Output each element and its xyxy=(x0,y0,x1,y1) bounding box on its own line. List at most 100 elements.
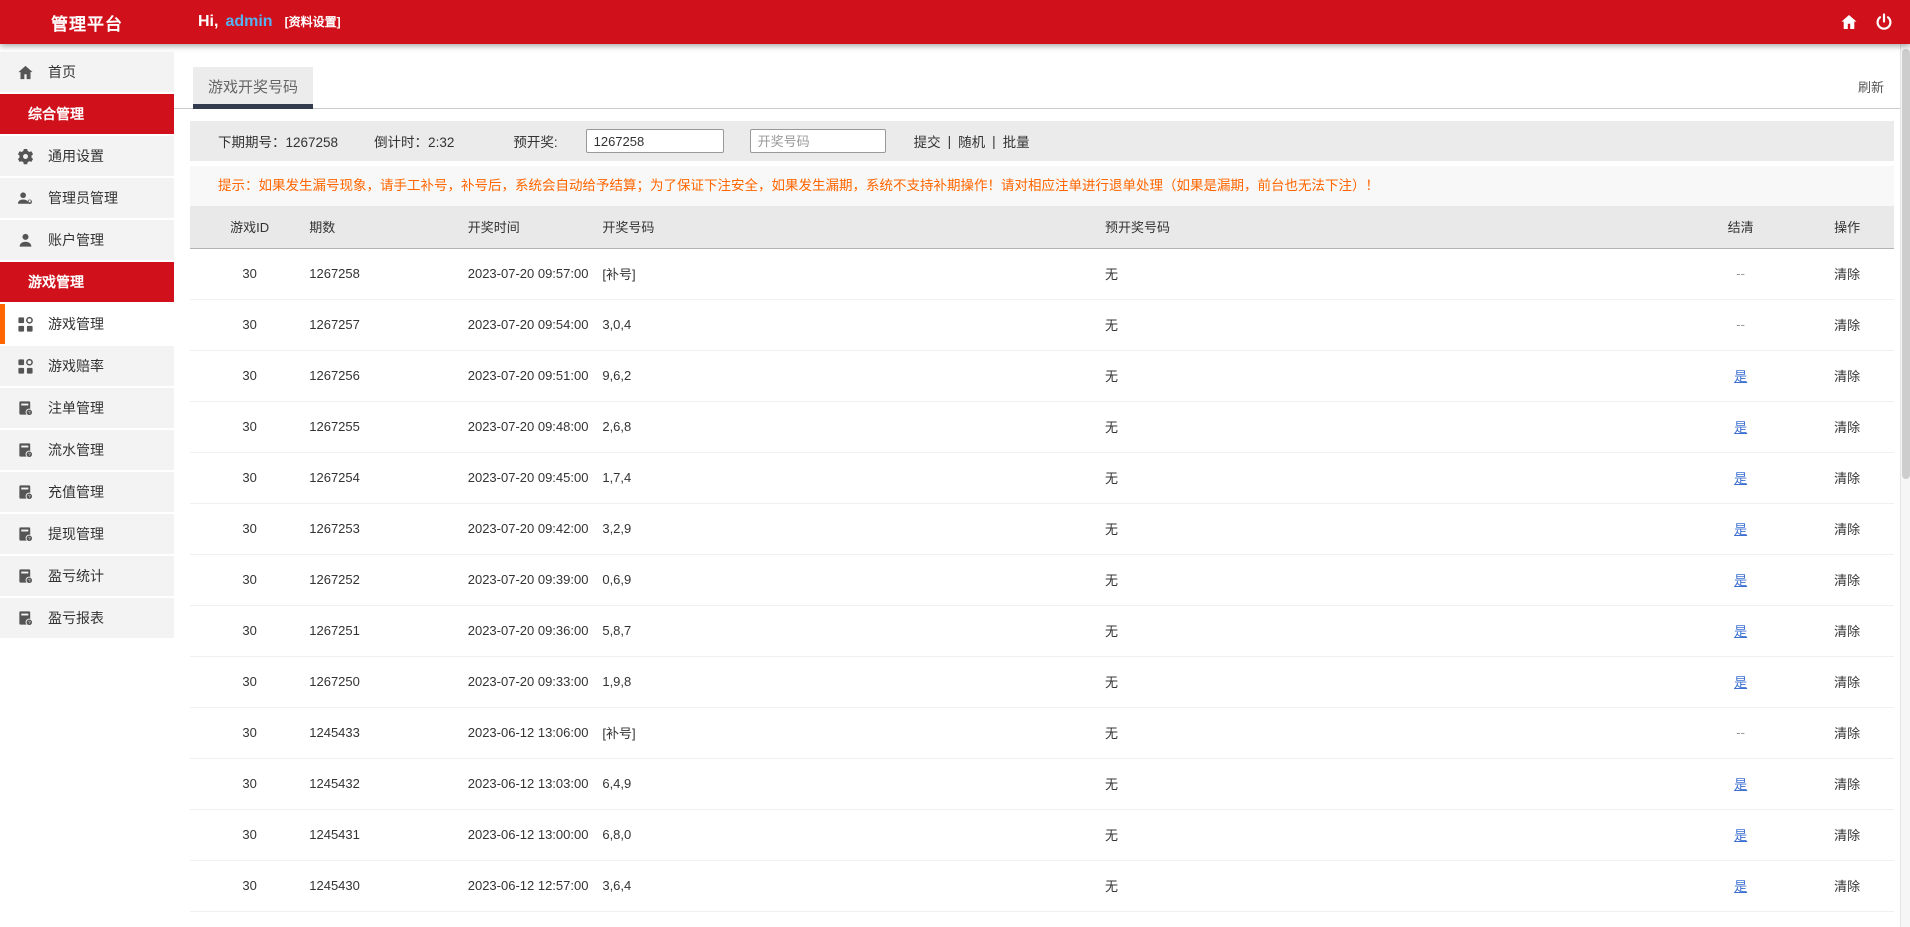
doc-icon: ? xyxy=(15,400,35,417)
cell-game-id: 30 xyxy=(242,623,257,638)
cell-game-id: 30 xyxy=(242,317,257,332)
clear-link[interactable]: 清除 xyxy=(1834,522,1860,537)
cell-draw-numbers: 9,6,2 xyxy=(602,368,632,383)
sidebar-item-recharge[interactable]: ? 充值管理 xyxy=(0,472,174,512)
profile-settings-link[interactable]: [资料设置] xyxy=(285,13,341,30)
sidebar-item-game-odds[interactable]: 游戏赔率 xyxy=(0,346,174,386)
settled-none: -- xyxy=(1736,266,1745,281)
cell-draw-numbers: [补号] xyxy=(602,267,636,282)
settled-link[interactable]: 是 xyxy=(1734,828,1747,843)
table-row: 30 1245432 2023-06-12 13:03:00 6,4,9 无 是… xyxy=(190,758,1894,809)
gear-icon xyxy=(15,148,35,165)
sidebar-item-account-management[interactable]: 账户管理 xyxy=(0,220,174,260)
clear-link[interactable]: 清除 xyxy=(1834,318,1860,333)
clear-link[interactable]: 清除 xyxy=(1834,471,1860,486)
sidebar-item-game-management[interactable]: 游戏管理 xyxy=(0,304,174,344)
cell-game-id: 30 xyxy=(242,368,257,383)
sidebar-item-label: 综合管理 xyxy=(28,106,84,122)
table-row: 30 1267258 2023-07-20 09:57:00 [补号] 无 --… xyxy=(190,248,1894,299)
power-icon[interactable] xyxy=(1874,12,1894,32)
col-header-3: 开奖时间 xyxy=(467,220,520,236)
clear-link[interactable]: 清除 xyxy=(1834,420,1860,435)
cell-action: 清除 xyxy=(1800,299,1894,350)
clear-link[interactable]: 清除 xyxy=(1834,828,1860,843)
settled-link[interactable]: 是 xyxy=(1734,369,1747,384)
sidebar-item-label: 盈亏统计 xyxy=(48,568,104,584)
sidebar-item-bet-orders[interactable]: ? 注单管理 xyxy=(0,388,174,428)
settled-link[interactable]: 是 xyxy=(1734,420,1747,435)
users-icon xyxy=(15,190,35,207)
sidebar-item-transactions[interactable]: ? 流水管理 xyxy=(0,430,174,470)
batch-link[interactable]: 批量 xyxy=(1003,131,1030,151)
settled-link[interactable]: 是 xyxy=(1734,777,1747,792)
settled-link[interactable]: 是 xyxy=(1734,879,1747,894)
grid-icon xyxy=(15,316,35,333)
svg-text:?: ? xyxy=(27,452,30,458)
clear-link[interactable]: 清除 xyxy=(1834,573,1860,588)
sidebar-item-general-settings[interactable]: 通用设置 xyxy=(0,136,174,176)
clear-link[interactable]: 清除 xyxy=(1834,369,1860,384)
cell-issue: 1245432 xyxy=(309,776,360,791)
cell-issue: 1267252 xyxy=(309,572,360,587)
sidebar-item-label: 游戏赔率 xyxy=(48,358,104,374)
sidebar-item-label: 注单管理 xyxy=(48,400,104,416)
home-icon xyxy=(15,64,35,81)
predraw-input[interactable] xyxy=(585,129,724,153)
countdown-label: 倒计时：2:32 xyxy=(374,135,455,150)
cell-settled: -- xyxy=(1681,707,1800,758)
home-icon[interactable] xyxy=(1839,12,1859,32)
settled-none: -- xyxy=(1736,725,1745,740)
username: admin xyxy=(225,13,273,30)
settled-link[interactable]: 是 xyxy=(1734,624,1747,639)
sidebar-item-label: 首页 xyxy=(48,64,76,80)
settled-link[interactable]: 是 xyxy=(1734,471,1747,486)
cell-draw-time: 2023-07-20 09:45:00 xyxy=(467,470,589,485)
clear-link[interactable]: 清除 xyxy=(1834,267,1860,282)
sidebar-section-game-section[interactable]: 游戏管理 xyxy=(0,262,174,302)
cell-predraw-numbers: 无 xyxy=(1105,573,1119,588)
sidebar-item-admin-management[interactable]: 管理员管理 xyxy=(0,178,174,218)
cell-settled: 是 xyxy=(1681,656,1800,707)
sidebar-item-label: 游戏管理 xyxy=(48,316,104,332)
settled-link[interactable]: 是 xyxy=(1734,573,1747,588)
clear-link[interactable]: 清除 xyxy=(1834,777,1860,792)
clear-link[interactable]: 清除 xyxy=(1834,726,1860,741)
sidebar-item-profit-stats[interactable]: ? 盈亏统计 xyxy=(0,556,174,596)
cell-draw-time: 2023-07-20 09:54:00 xyxy=(467,317,589,332)
settled-link[interactable]: 是 xyxy=(1734,522,1747,537)
tab-game-draw-numbers[interactable]: 游戏开奖号码 xyxy=(193,67,314,109)
clear-link[interactable]: 清除 xyxy=(1834,624,1860,639)
cell-predraw-numbers: 无 xyxy=(1105,624,1119,639)
cell-settled: -- xyxy=(1681,299,1800,350)
draw-number-input[interactable] xyxy=(749,129,886,153)
main-content: 游戏开奖号码 刷新 下期期号：1267258 倒计时：2:32 预开奖: 提交 |… xyxy=(174,44,1910,927)
clear-link[interactable]: 清除 xyxy=(1834,879,1860,894)
cell-game-id: 30 xyxy=(242,725,257,740)
sidebar-section-general-section[interactable]: 综合管理 xyxy=(0,94,174,134)
cell-predraw-numbers: 无 xyxy=(1105,471,1119,486)
sidebar-item-label: 充值管理 xyxy=(48,484,104,500)
predraw-label: 预开奖: xyxy=(513,135,558,150)
clear-link[interactable]: 清除 xyxy=(1834,675,1860,690)
cell-settled: 是 xyxy=(1681,605,1800,656)
table-row: 30 1245433 2023-06-12 13:06:00 [补号] 无 --… xyxy=(190,707,1894,758)
table-row: 30 1267257 2023-07-20 09:54:00 3,0,4 无 -… xyxy=(190,299,1894,350)
submit-link[interactable]: 提交 xyxy=(914,131,941,151)
cell-settled: 是 xyxy=(1681,860,1800,911)
cell-action: 清除 xyxy=(1800,605,1894,656)
cell-draw-numbers: 6,8,0 xyxy=(602,827,632,842)
draw-toolbar: 下期期号：1267258 倒计时：2:32 预开奖: 提交 | 随机 | 批量 xyxy=(190,121,1894,161)
sidebar-item-withdrawal[interactable]: ? 提现管理 xyxy=(0,514,174,554)
refresh-link[interactable]: 刷新 xyxy=(1858,77,1884,108)
cell-draw-time: 2023-06-12 13:06:00 xyxy=(467,725,589,740)
sidebar-item-home[interactable]: 首页 xyxy=(0,52,174,92)
page-scrollbar[interactable] xyxy=(1900,44,1910,927)
cell-settled: 是 xyxy=(1681,503,1800,554)
random-link[interactable]: 随机 xyxy=(958,131,985,151)
settled-link[interactable]: 是 xyxy=(1734,675,1747,690)
settled-none: -- xyxy=(1736,317,1745,332)
cell-settled: 是 xyxy=(1681,758,1800,809)
scrollbar-thumb[interactable] xyxy=(1902,49,1910,479)
sidebar-item-profit-report[interactable]: ? 盈亏报表 xyxy=(0,598,174,638)
cell-action: 清除 xyxy=(1800,503,1894,554)
